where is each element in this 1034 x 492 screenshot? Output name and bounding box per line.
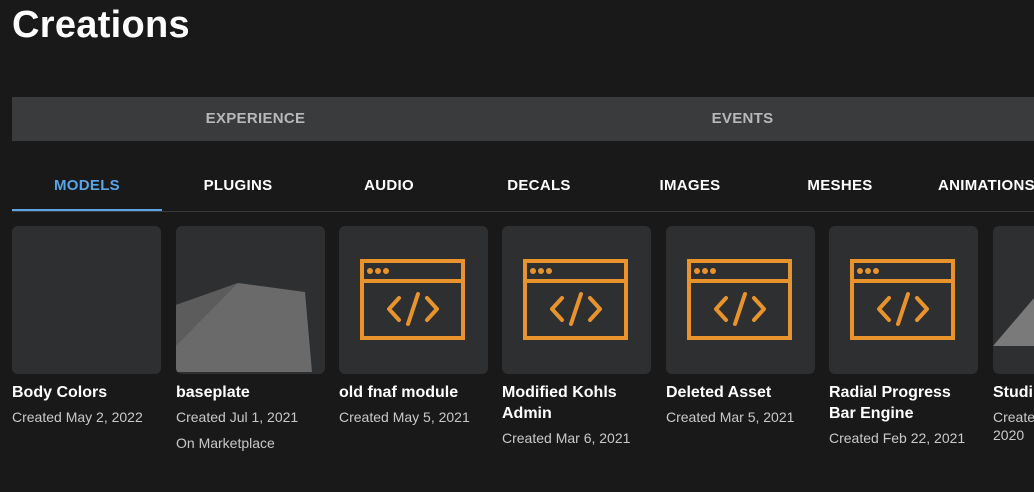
creation-card[interactable]: baseplate Created Jul 1, 2021 On Marketp… xyxy=(176,226,325,452)
code-window-icon xyxy=(850,259,955,340)
creation-title[interactable]: Deleted Asset xyxy=(666,382,815,403)
creation-title[interactable]: Modified Kohls Admin xyxy=(502,382,651,424)
code-window-icon xyxy=(687,259,792,340)
creation-date: Created Feb 22, 2021 xyxy=(829,430,966,446)
marketplace-status: On Marketplace xyxy=(176,435,275,451)
model-render-icon xyxy=(993,298,1034,346)
tab-animations[interactable]: ANIMATIONS xyxy=(938,165,1034,209)
creation-date: Created Jul 1, 2021 xyxy=(176,409,299,425)
creation-title[interactable]: old fnaf module xyxy=(339,382,488,403)
creation-date: Created May 2, 2022 xyxy=(12,409,143,425)
creation-thumbnail xyxy=(993,226,1034,374)
creation-card[interactable]: Studi Create 2020 xyxy=(993,226,1034,444)
page-title: Creations xyxy=(12,4,190,46)
tab-models[interactable]: MODELS xyxy=(12,165,162,211)
asset-type-tab-bar: MODELS PLUGINS AUDIO DECALS IMAGES MESHE… xyxy=(12,165,1034,212)
tab-plugins[interactable]: PLUGINS xyxy=(163,165,313,209)
creation-thumbnail xyxy=(502,226,651,374)
creation-date: Created May 5, 2021 xyxy=(339,409,470,425)
creation-title[interactable]: baseplate xyxy=(176,382,325,403)
creation-thumbnail xyxy=(666,226,815,374)
creation-card[interactable]: Radial Progress Bar Engine Created Feb 2… xyxy=(829,226,978,447)
creation-title[interactable]: Radial Progress Bar Engine xyxy=(829,382,978,424)
tab-audio[interactable]: AUDIO xyxy=(314,165,464,209)
tab-decals[interactable]: DECALS xyxy=(464,165,614,209)
creation-date: Created Mar 5, 2021 xyxy=(666,409,795,425)
baseplate-render-icon xyxy=(176,283,312,372)
tab-images[interactable]: IMAGES xyxy=(615,165,765,209)
creation-title[interactable]: Studi xyxy=(993,382,1034,403)
creation-thumbnail xyxy=(12,226,161,374)
creation-thumbnail xyxy=(339,226,488,374)
creation-title[interactable]: Body Colors xyxy=(12,382,161,403)
creation-card[interactable]: Deleted Asset Created Mar 5, 2021 xyxy=(666,226,815,426)
creation-card[interactable]: old fnaf module Created May 5, 2021 xyxy=(339,226,488,426)
creation-thumbnail xyxy=(829,226,978,374)
tab-meshes[interactable]: MESHES xyxy=(765,165,915,209)
creation-date: Created Mar 6, 2021 xyxy=(502,430,631,446)
creation-card[interactable]: Body Colors Created May 2, 2022 xyxy=(12,226,161,426)
code-window-icon xyxy=(523,259,628,340)
tab-events[interactable]: EVENTS xyxy=(499,97,986,141)
creation-card[interactable]: Modified Kohls Admin Created Mar 6, 2021 xyxy=(502,226,651,447)
creation-thumbnail xyxy=(176,226,325,374)
primary-tab-bar: EXPERIENCE EVENTS xyxy=(12,97,1034,141)
code-window-icon xyxy=(360,259,465,340)
creation-date: Create 2020 xyxy=(993,409,1034,443)
tab-experience[interactable]: EXPERIENCE xyxy=(12,97,499,141)
